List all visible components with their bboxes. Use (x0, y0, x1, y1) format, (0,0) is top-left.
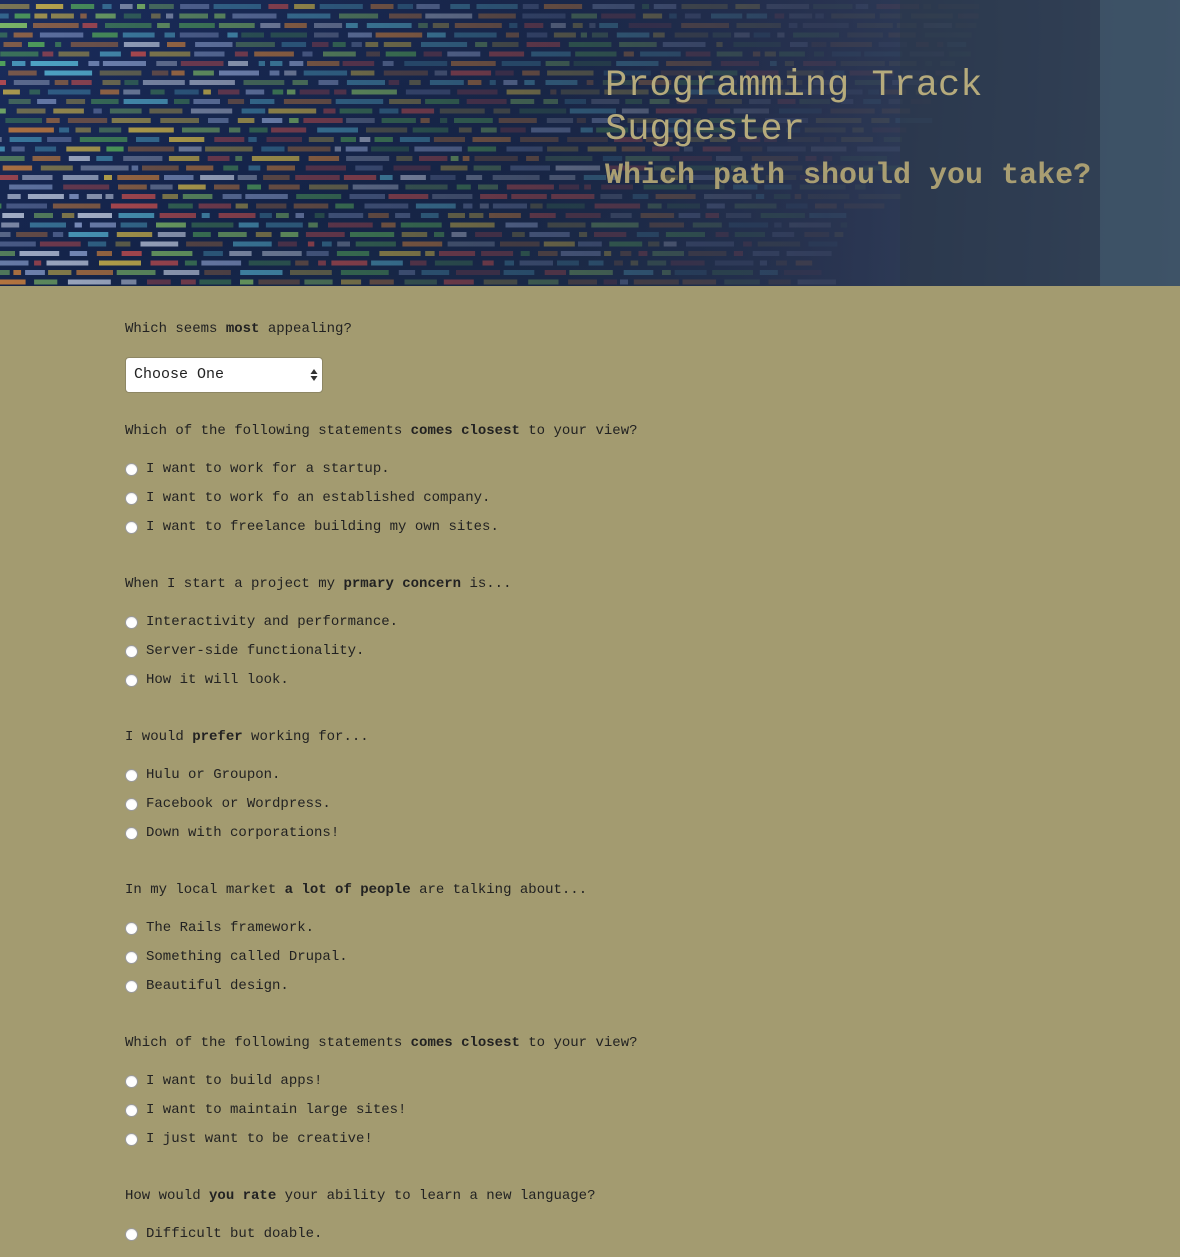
question-emphasis: most (225, 321, 260, 337)
answer-label: I want to build apps! (146, 1073, 323, 1089)
question-emphasis: prmary concern (343, 576, 462, 592)
question-text: is... (461, 576, 512, 592)
page-subtitle: Which path should you take? (605, 159, 1092, 193)
answer-label: Hulu or Groupon. (146, 767, 281, 783)
answer-option[interactable]: Interactivity and performance. (125, 614, 1025, 645)
radio-button[interactable] (125, 616, 138, 629)
question-emphasis: prefer (192, 729, 243, 745)
radio-button[interactable] (125, 492, 138, 505)
answer-option[interactable]: Difficult but doable. (125, 1226, 1025, 1257)
question-6-options: I want to build apps! I want to maintain… (125, 1073, 1025, 1162)
answer-label: I just want to be creative! (146, 1131, 373, 1147)
question-text: When I start a project my (125, 576, 344, 592)
answer-option[interactable]: Server-side functionality. (125, 643, 1025, 674)
question-text: working for... (242, 729, 369, 745)
answer-label: Beautiful design. (146, 978, 289, 994)
quiz-form: Which seems most appealing? Choose One W… (125, 286, 1025, 1257)
page-title: Programming Track Suggester (605, 65, 983, 151)
question-4-label: I would prefer working for... (125, 728, 1025, 746)
answer-option[interactable]: Down with corporations! (125, 825, 1025, 856)
radio-button[interactable] (125, 674, 138, 687)
answer-label: I want to work for a startup. (146, 461, 390, 477)
radio-button[interactable] (125, 1133, 138, 1146)
answer-option[interactable]: Beautiful design. (125, 978, 1025, 1009)
answer-option[interactable]: I want to maintain large sites! (125, 1102, 1025, 1133)
answer-label: Down with corporations! (146, 825, 340, 841)
answer-label: Something called Drupal. (146, 949, 348, 965)
question-text: your ability to learn a new language? (276, 1188, 596, 1204)
radio-button[interactable] (125, 769, 138, 782)
answer-label: I want to freelance building my own site… (146, 519, 499, 535)
radio-button[interactable] (125, 1104, 138, 1117)
radio-button[interactable] (125, 798, 138, 811)
answer-option[interactable]: I want to build apps! (125, 1073, 1025, 1104)
radio-button[interactable] (125, 951, 138, 964)
radio-button[interactable] (125, 463, 138, 476)
radio-button[interactable] (125, 1075, 138, 1088)
answer-option[interactable]: I want to freelance building my own site… (125, 519, 1025, 550)
question-emphasis: you rate (209, 1188, 277, 1204)
select-value: Choose One (134, 366, 225, 383)
header-banner: Programming Track Suggester Which path s… (0, 0, 1180, 286)
track-select[interactable]: Choose One (125, 357, 323, 393)
radio-button[interactable] (125, 521, 138, 534)
answer-label: Facebook or Wordpress. (146, 796, 331, 812)
question-2-label: Which of the following statements comes … (125, 422, 1025, 440)
question-3-label: When I start a project my prmary concern… (125, 575, 1025, 593)
answer-label: I want to maintain large sites! (146, 1102, 407, 1118)
question-text: to your view? (519, 1035, 638, 1051)
question-text: How would (125, 1188, 210, 1204)
radio-button[interactable] (125, 922, 138, 935)
question-6-label: Which of the following statements comes … (125, 1034, 1025, 1052)
question-emphasis: comes closest (410, 1035, 520, 1051)
answer-option[interactable]: Facebook or Wordpress. (125, 796, 1025, 827)
answer-option[interactable]: Something called Drupal. (125, 949, 1025, 980)
answer-option[interactable]: Hulu or Groupon. (125, 767, 1025, 798)
answer-label: I want to work fo an established company… (146, 490, 491, 506)
answer-option[interactable]: I want to work fo an established company… (125, 490, 1025, 521)
question-text: Which seems (125, 321, 226, 337)
question-5-label: In my local market a lot of people are t… (125, 881, 1025, 899)
radio-button[interactable] (125, 827, 138, 840)
select-arrows-icon (310, 369, 318, 381)
answer-option[interactable]: The Rails framework. (125, 920, 1025, 951)
answer-label: How it will look. (146, 672, 289, 688)
question-1-label: Which seems most appealing? (125, 320, 1025, 338)
question-text: Which of the following statements (125, 423, 411, 439)
question-text: I would (125, 729, 193, 745)
answer-option[interactable]: I want to work for a startup. (125, 461, 1025, 492)
answer-option[interactable]: How it will look. (125, 672, 1025, 703)
answer-label: The Rails framework. (146, 920, 315, 936)
answer-label: Difficult but doable. (146, 1226, 323, 1242)
question-text: are talking about... (410, 882, 588, 898)
radio-button[interactable] (125, 645, 138, 658)
question-emphasis: comes closest (410, 423, 520, 439)
question-text: Which of the following statements (125, 1035, 411, 1051)
question-7-options: Difficult but doable. (125, 1226, 1025, 1257)
answer-option[interactable]: I just want to be creative! (125, 1131, 1025, 1162)
question-text: to your view? (519, 423, 638, 439)
question-emphasis: a lot of people (284, 882, 411, 898)
question-4-options: Hulu or Groupon. Facebook or Wordpress. … (125, 767, 1025, 856)
question-5-options: The Rails framework. Something called Dr… (125, 920, 1025, 1009)
question-text: In my local market (125, 882, 285, 898)
radio-button[interactable] (125, 980, 138, 993)
question-text: appealing? (259, 321, 352, 337)
answer-label: Interactivity and performance. (146, 614, 399, 630)
answer-label: Server-side functionality. (146, 643, 365, 659)
question-2-options: I want to work for a startup. I want to … (125, 461, 1025, 550)
question-7-label: How would you rate your ability to learn… (125, 1187, 1025, 1205)
question-3-options: Interactivity and performance. Server-si… (125, 614, 1025, 703)
radio-button[interactable] (125, 1228, 138, 1241)
